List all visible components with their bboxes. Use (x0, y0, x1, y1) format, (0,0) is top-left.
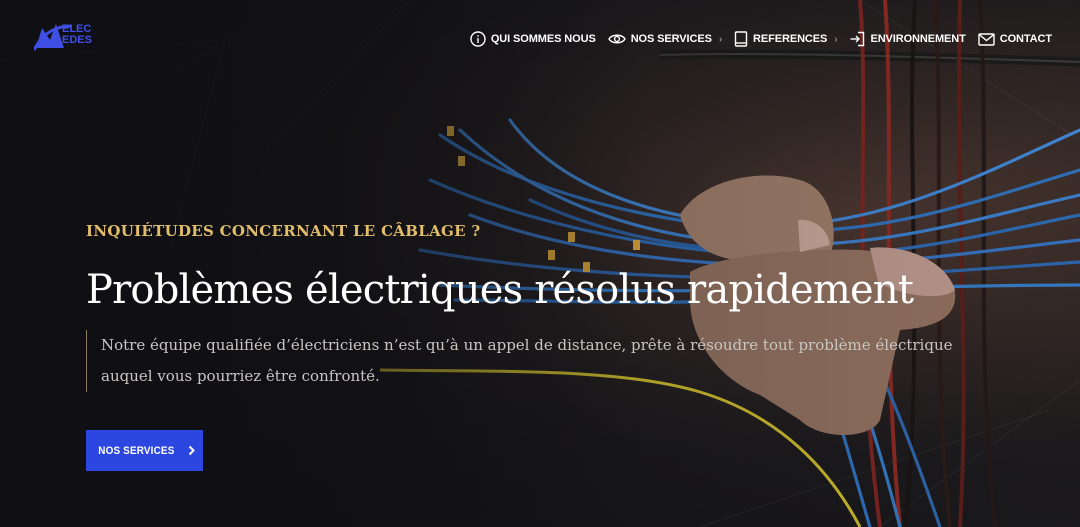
cta-label: NOS SERVICES (98, 444, 175, 457)
logo-line-2: EDES (62, 34, 92, 46)
nav-item-label: ENVIRONNEMENT (870, 33, 966, 45)
nav-item-environnement[interactable]: ENVIRONNEMENT (849, 31, 966, 47)
main-nav: QUI SOMMES NOUS NOS SERVICES › REFERENCE… (458, 31, 1052, 47)
hero-description-block: Notre équipe qualifiée d’électriciens n’… (86, 330, 966, 392)
logo-text: ELEC EDES (62, 24, 92, 46)
nav-item-contact[interactable]: CONTACT (978, 32, 1052, 46)
nav-item-label: CONTACT (999, 33, 1052, 45)
chevron-right-icon (188, 445, 195, 456)
eye-icon (607, 34, 626, 44)
nav-item-references[interactable]: REFERENCES › (734, 31, 838, 47)
hero-section: ELEC EDES QUI SOMMES NOUS NOS SERVICES ›… (0, 0, 1080, 527)
info-icon (470, 31, 486, 47)
nav-item-label: REFERENCES (753, 33, 828, 45)
hero-headline: Problèmes électriques résolus rapidement (86, 267, 914, 313)
nav-item-label: NOS SERVICES (630, 33, 712, 45)
nav-item-label: QUI SOMMES NOUS (490, 33, 596, 45)
hero-description: Notre équipe qualifiée d’électriciens n’… (101, 336, 953, 385)
chevron-right-icon: › (718, 33, 723, 45)
nav-item-nos-services[interactable]: NOS SERVICES › (607, 32, 723, 46)
hero-content: INQUIÉTUDES CONCERNANT LE CÂBLAGE ? Prob… (86, 222, 966, 392)
mail-icon (978, 32, 995, 46)
chevron-right-icon: › (834, 33, 838, 45)
book-icon (734, 31, 748, 47)
site-header: ELEC EDES QUI SOMMES NOUS NOS SERVICES ›… (0, 0, 1080, 80)
nos-services-button[interactable]: NOS SERVICES (86, 430, 203, 471)
nav-item-qui-sommes-nous[interactable]: QUI SOMMES NOUS (470, 31, 596, 47)
brand-logo[interactable]: ELEC EDES (34, 18, 98, 58)
hero-kicker: INQUIÉTUDES CONCERNANT LE CÂBLAGE ? (86, 222, 481, 240)
login-icon (850, 31, 865, 47)
